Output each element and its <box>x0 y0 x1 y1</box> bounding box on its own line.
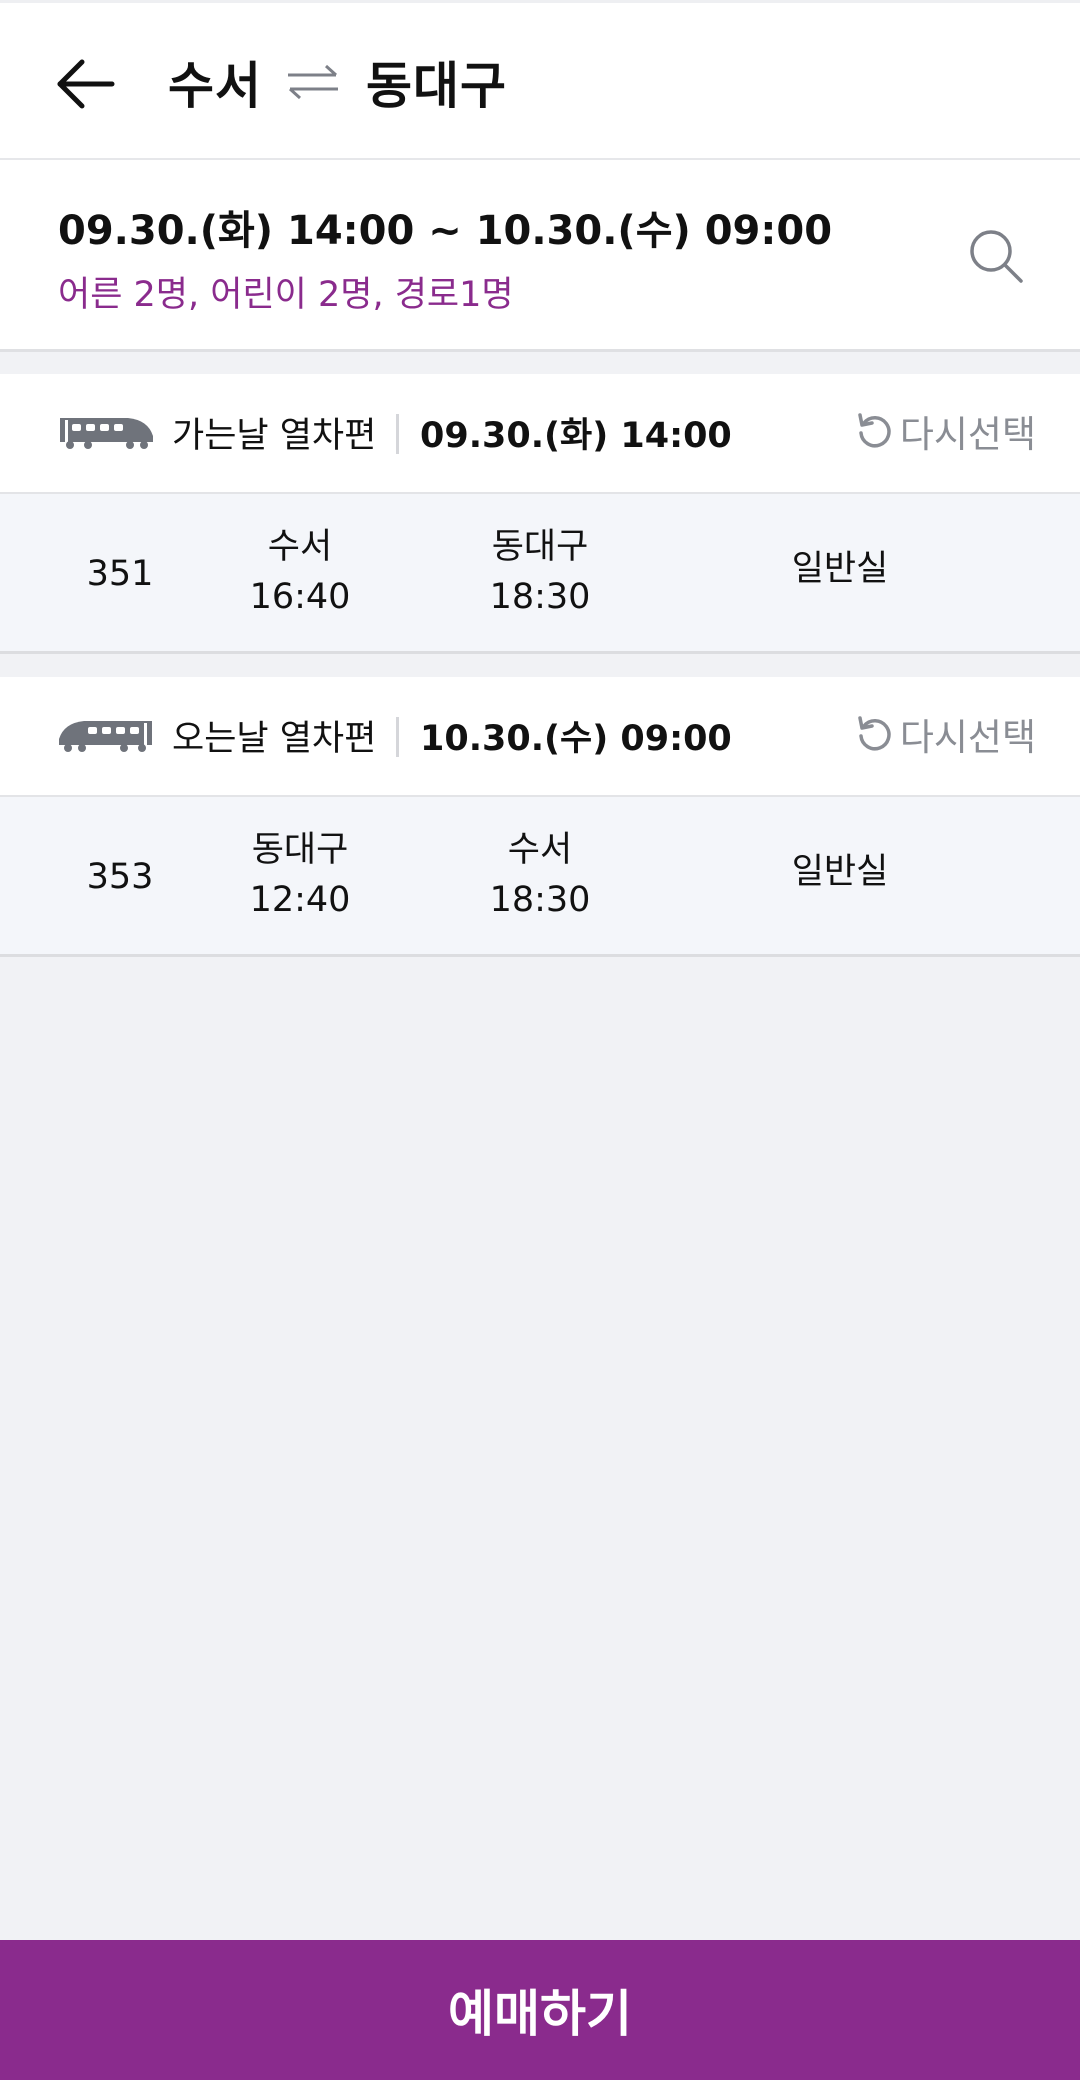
inbound-train-row[interactable]: 353 동대구 12:40 수서 18:30 일반실 <box>0 797 1080 957</box>
book-button[interactable]: 예매하기 <box>0 1940 1080 2080</box>
divider <box>396 717 399 757</box>
departure-time: 12:40 <box>249 880 351 920</box>
outbound-reselect-button[interactable]: 다시선택 <box>854 404 1036 458</box>
arrival-station: 수서 <box>507 830 573 870</box>
app-header: 수서 동대구 <box>0 0 1080 160</box>
refresh-icon <box>858 413 891 448</box>
departure-info: 수서 16:40 <box>220 522 380 622</box>
departure-station: 동대구 <box>251 830 349 870</box>
arrival-time: 18:30 <box>489 880 591 920</box>
swap-arrows-icon[interactable] <box>284 62 342 102</box>
reselect-label: 다시선택 <box>899 716 1036 759</box>
outbound-leg-header: 가는날 열차편 09.30.(화) 14:00 다시선택 <box>0 374 1080 494</box>
train-icon <box>60 418 153 449</box>
inbound-leg-datetime: 10.30.(수) 09:00 <box>420 719 732 759</box>
train-number: 353 <box>86 857 154 897</box>
outbound-leg-datetime: 09.30.(화) 14:00 <box>420 416 732 456</box>
search-icon[interactable] <box>966 226 1026 286</box>
departure-station: 수서 <box>267 527 333 567</box>
back-arrow-icon[interactable] <box>56 53 118 115</box>
arrival-info: 수서 18:30 <box>460 825 620 925</box>
refresh-icon <box>858 716 891 751</box>
destination-station: 동대구 <box>366 57 507 115</box>
departure-time: 16:40 <box>249 577 351 617</box>
route-title: 수서 동대구 <box>168 46 507 118</box>
reselect-label: 다시선택 <box>899 413 1036 456</box>
inbound-leg-header: 오는날 열차편 10.30.(수) 09:00 다시선택 <box>0 677 1080 797</box>
arrival-time: 18:30 <box>489 577 591 617</box>
passenger-summary: 어른 2명, 어린이 2명, 경로1명 <box>58 275 514 315</box>
seat-class: 일반실 <box>791 549 889 589</box>
search-date-range: 09.30.(화) 14:00 ~ 10.30.(수) 09:00 <box>58 208 833 254</box>
divider <box>396 414 399 454</box>
train-icon <box>59 721 152 752</box>
train-number: 351 <box>86 554 154 594</box>
inbound-reselect-button[interactable]: 다시선택 <box>854 707 1036 761</box>
seat-class: 일반실 <box>791 852 889 892</box>
arrival-station: 동대구 <box>491 527 589 567</box>
origin-station: 수서 <box>168 57 262 115</box>
outbound-leg-title: 가는날 열차편 <box>172 416 377 456</box>
outbound-train-row[interactable]: 351 수서 16:40 동대구 18:30 일반실 <box>0 494 1080 654</box>
departure-info: 동대구 12:40 <box>220 825 380 925</box>
search-summary: 09.30.(화) 14:00 ~ 10.30.(수) 09:00 어른 2명,… <box>0 160 1080 352</box>
arrival-info: 동대구 18:30 <box>460 522 620 622</box>
inbound-leg-title: 오는날 열차편 <box>172 719 377 759</box>
